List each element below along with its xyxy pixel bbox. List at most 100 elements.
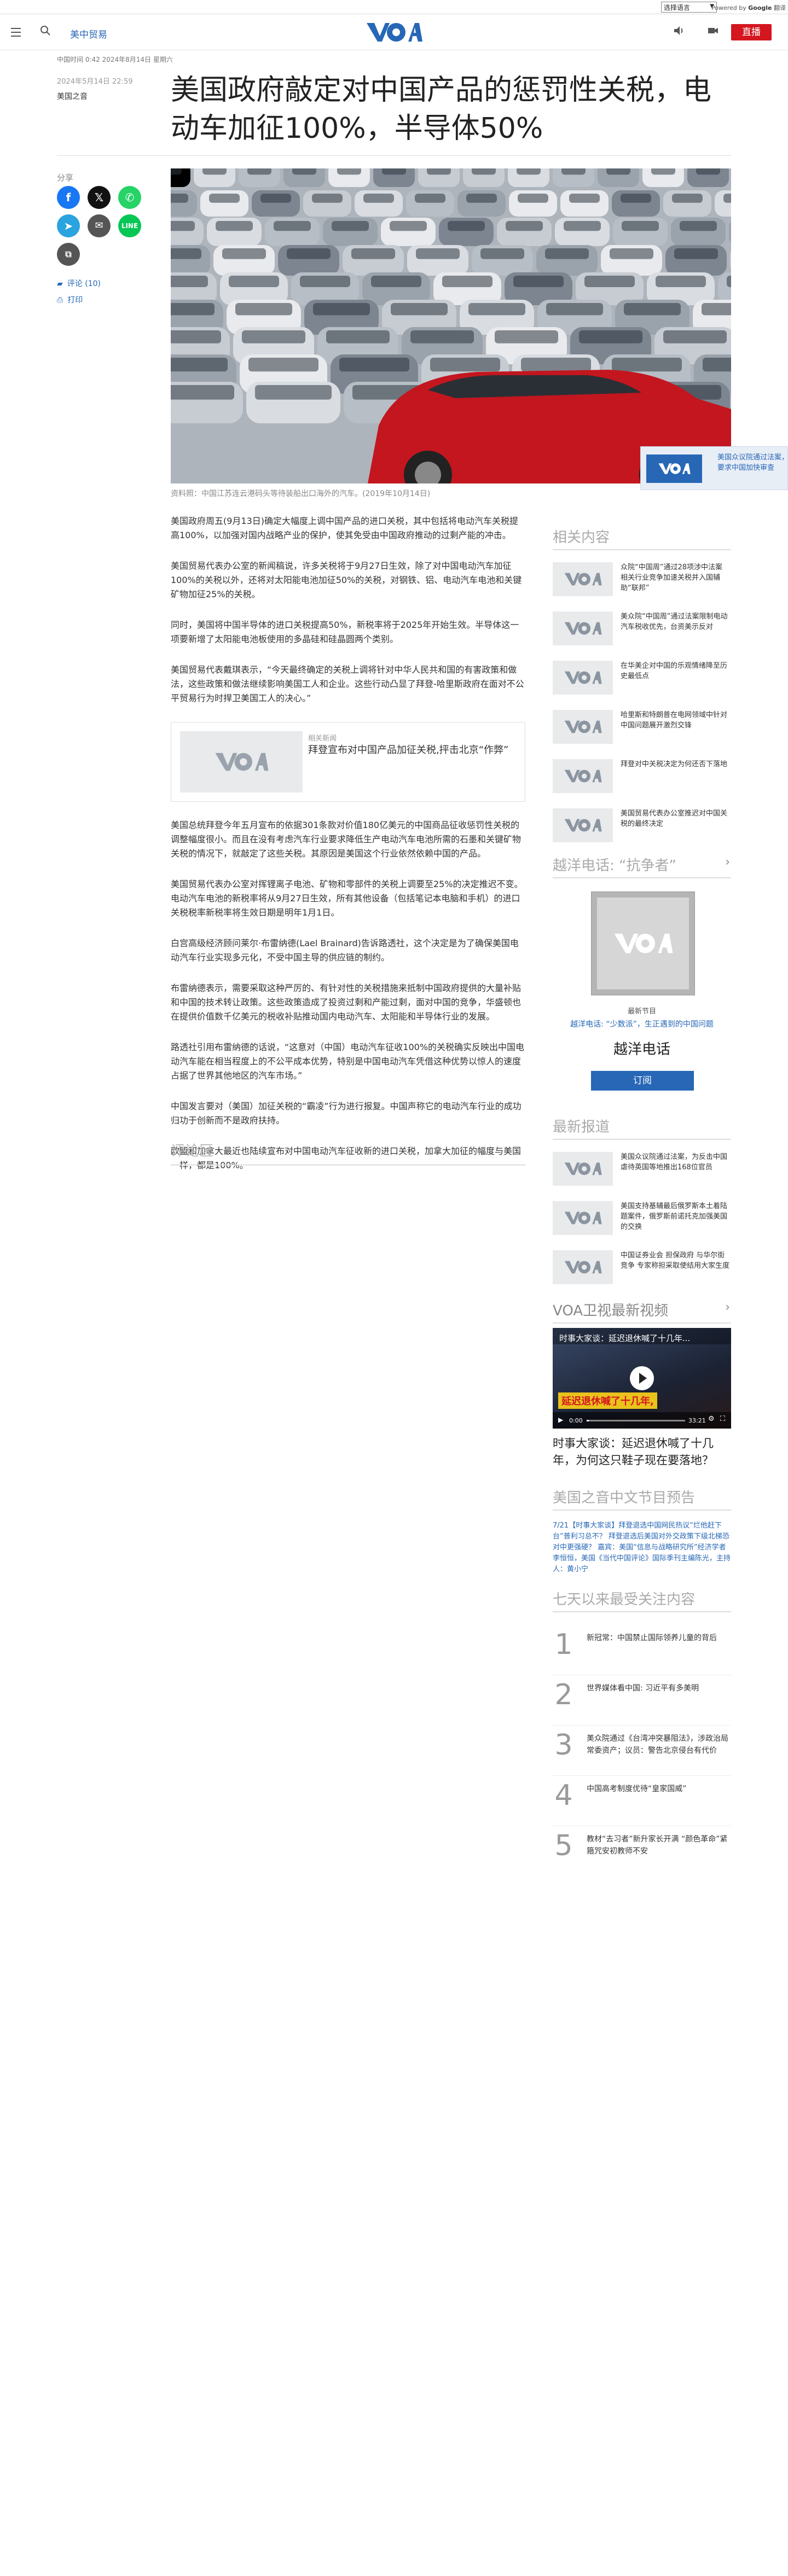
video-section: VOA卫视最新视频 › xyxy=(553,1299,731,1324)
podcast-name: 越洋电话 xyxy=(613,1041,670,1058)
most-read-heading-label: 七天以来最受关注内容 xyxy=(553,1592,696,1608)
email-share-icon[interactable]: ✉ xyxy=(88,214,111,237)
play-icon[interactable] xyxy=(630,1366,654,1390)
latest-heading-label: 最新报道 xyxy=(553,1119,610,1135)
google-label: Google xyxy=(748,4,772,11)
translate-provider-label[interactable]: 翻译 xyxy=(774,4,786,11)
facebook-share-icon[interactable]: f xyxy=(57,186,80,209)
copy-link-icon[interactable]: ⧉ xyxy=(57,243,80,266)
current-time: 0:00 xyxy=(569,1417,583,1424)
video-title[interactable]: 时事大家谈：延迟退休喊了十几年，为何这只鞋子现在要落地？ xyxy=(553,1435,731,1469)
whatsapp-share-icon[interactable]: ✆ xyxy=(118,186,141,209)
article-title: 美国政府敲定对中国产品的惩罚性关税，电动车加征100%，半导体50% xyxy=(171,74,712,145)
most-read-item[interactable]: 2 世界媒体看中国: 习近平有多美明 xyxy=(553,1679,731,1723)
author[interactable]: 美国之音 xyxy=(57,91,88,102)
list-item-title: 美国支持基辅最后俄罗斯本土着陆题案件，俄罗斯前诺托克加强美国的交换 xyxy=(621,1202,728,1231)
most-read-title: 美众院通过《台湾冲突暴阻法》，涉政治局常委资产；议员：警告北京侵台有代价 xyxy=(587,1734,728,1755)
inline-related-article[interactable]: 相关新闻 拜登宣布对中国产品加征关税,抨击北京“作弊” xyxy=(171,722,525,802)
most-read-item[interactable]: 4 中国高考制度优待“皇家国威” xyxy=(553,1780,731,1823)
site-header: 美中贸易 直播 xyxy=(0,14,788,50)
settings-icon[interactable]: ⚙ xyxy=(708,1415,715,1423)
most-read-item[interactable]: 3 美众院通过《台湾冲突暴阻法》，涉政治局常委资产；议员：警告北京侵台有代价 xyxy=(553,1729,731,1773)
thumbnail xyxy=(553,710,613,744)
live-button[interactable]: 直播 xyxy=(731,24,772,40)
video-player[interactable]: 时事大家谈：延迟退休喊了十几年... 延迟退休喊了十几年, ▶ 0:00 33:… xyxy=(553,1328,731,1429)
video-heading[interactable]: VOA卫视最新视频 › xyxy=(553,1299,731,1324)
telegram-share-icon[interactable]: ➤ xyxy=(57,214,80,237)
program-preview-heading-label: 美国之音中文节目预告 xyxy=(553,1490,696,1506)
voa-logo[interactable] xyxy=(366,21,422,44)
share-label: 分享 xyxy=(57,173,74,183)
menu-icon[interactable] xyxy=(9,25,23,39)
subscribe-button[interactable]: 订阅 xyxy=(591,1071,694,1091)
most-read-item[interactable]: 5 教材“去习者”新升家长开满 “颜色革命”紧箍咒安初教师不安 xyxy=(553,1830,731,1874)
list-item[interactable]: 美国贸易代表办公室推迟对中国关税的最终决定 xyxy=(553,808,731,858)
program-preview: 美国之音中文节目预告 7/21【时事大家谈】拜登退选中国网民热议“烂他赶下台”普… xyxy=(553,1487,731,1575)
podcast-episode-link[interactable]: 越洋电话: “少数派”，生正遇到的中国问题 xyxy=(553,1018,731,1029)
x-share-icon[interactable]: 𝕏 xyxy=(88,186,111,209)
comments-section: 评论区 xyxy=(171,1140,525,1165)
thumbnail xyxy=(553,1152,613,1186)
thumbnail xyxy=(553,808,613,842)
divider xyxy=(553,1725,731,1726)
related-thumbnail xyxy=(180,731,303,792)
list-item[interactable]: 众院“中国周”通过28项涉中法案 相关行业竞争加速关税并入国辅助“联邦” xyxy=(553,562,731,611)
divider xyxy=(553,1775,731,1776)
chevron-right-icon: › xyxy=(725,1301,730,1314)
thumbnail xyxy=(553,661,613,695)
comments-link[interactable]: ▰ 评论 (10) xyxy=(57,278,101,289)
hero-image xyxy=(171,168,731,483)
most-read-heading: 七天以来最受关注内容 xyxy=(553,1588,731,1612)
line-share-icon[interactable]: LINE xyxy=(118,214,141,237)
related-thumbnail xyxy=(646,454,702,483)
list-item[interactable]: 美众院“中国周”通过法案限制电动汽车税收优先，台资美示反对 xyxy=(553,611,731,661)
thumbnail xyxy=(553,759,613,793)
print-link[interactable]: ⎙ 打印 xyxy=(57,294,83,305)
search-icon[interactable] xyxy=(38,25,53,39)
sticky-card-title: 美国众议院通过法案，要求中国加快审查 xyxy=(717,453,788,472)
section-link[interactable]: 美中贸易 xyxy=(70,27,107,40)
play-small-icon[interactable]: ▶ xyxy=(558,1416,563,1424)
list-item-title: 哈里斯和特朗普在电网领域中针对中国问题展开激烈交锋 xyxy=(621,711,728,730)
paragraph: 同时，美国将中国半导体的进口关税提高50%，新税率将于2025年开始生效。半导体… xyxy=(171,620,519,644)
list-item[interactable]: 美国支持基辅最后俄罗斯本土着陆题案件，俄罗斯前诺托克加强美国的交换 xyxy=(553,1201,731,1250)
translate-credit: Powered by Google 翻译 xyxy=(711,3,786,12)
podcast-artwork[interactable] xyxy=(591,891,695,995)
most-read-item[interactable]: 1 新冠常：中国禁止国际领养儿童的背后 xyxy=(553,1629,731,1672)
paragraph: 美国贸易代表办公室的新闻稿说，许多关税将于9月27日生效，除了对中国电动汽车加征… xyxy=(171,561,522,599)
rank-number: 3 xyxy=(554,1729,573,1762)
rank-number: 5 xyxy=(554,1829,573,1862)
list-item[interactable]: 美国众议院通过法案，为反击中国虐待英国等地推出168位官员 xyxy=(553,1152,731,1201)
paragraph: 美国政府周五(9月13日)确定大幅度上调中国产品的进口关税，其中包括将电动汽车关… xyxy=(171,516,519,540)
video-heading-label: VOA卫视最新视频 xyxy=(553,1303,669,1319)
list-item-title: 美国众议院通过法案，为反击中国虐待英国等地推出168位官员 xyxy=(621,1153,728,1172)
list-item[interactable]: 中国证券业会 担保政府 与华尔街竞争 专家称担采取使结用大家生度 xyxy=(553,1250,731,1299)
powered-by-label: Powered by xyxy=(711,4,746,11)
sticky-related-card[interactable]: 美国众议院通过法案，要求中国加快审查 xyxy=(640,446,788,490)
fullscreen-icon[interactable]: ⛶ xyxy=(720,1415,725,1423)
program-preview-text[interactable]: 7/21【时事大家谈】拜登退选中国网民热议“烂他赶下台”普利习总不？ 拜登退选后… xyxy=(553,1520,731,1575)
list-item[interactable]: 在华美企对中国的乐观情绪降至历史最低点 xyxy=(553,661,731,710)
print-link-label: 打印 xyxy=(67,296,83,305)
dateline: 中国时间 0:42 2024年8月14日 星期六 xyxy=(57,56,173,63)
article-body: 美国政府周五(9月13日)确定大幅度上调中国产品的进口关税，其中包括将电动汽车关… xyxy=(171,514,525,1189)
list-item[interactable]: 哈里斯和特朗普在电网领域中针对中国问题展开激烈交锋 xyxy=(553,710,731,759)
paragraph: 路透社引用布雷纳德的话说，“这意对（中国）电动汽车征收100%的关税确实反映出中… xyxy=(171,1042,525,1081)
language-select[interactable]: 选择语言 ▼ xyxy=(661,2,717,13)
audio-icon[interactable] xyxy=(672,25,686,39)
list-item-title: 美众院“中国周”通过法案限制电动汽车税收优先，台资美示反对 xyxy=(621,613,728,631)
rank-number: 1 xyxy=(554,1628,573,1661)
program-preview-heading: 美国之音中文节目预告 xyxy=(553,1487,731,1511)
video-camera-icon[interactable] xyxy=(706,25,720,39)
related-kicker: 相关新闻 xyxy=(308,735,337,743)
paragraph: 美国贸易代表戴琪表示，“今天最终确定的关税上调将针对中华人民共和国的有害政策和做… xyxy=(171,665,524,703)
list-item[interactable]: 拜登对中关税决定为何还否下落地 xyxy=(553,759,731,808)
latest-heading: 最新报道 xyxy=(553,1116,731,1140)
podcast-heading[interactable]: 越洋电话: “抗争者” › xyxy=(553,854,731,878)
list-item-title: 美国贸易代表办公室推迟对中国关税的最终决定 xyxy=(621,809,728,828)
podcast-section: 越洋电话: “抗争者” › xyxy=(553,854,731,878)
thumbnail xyxy=(553,562,613,596)
thumbnail xyxy=(553,1250,613,1284)
progress-bar[interactable] xyxy=(587,1420,685,1421)
comment-icon: ▰ xyxy=(57,279,63,288)
